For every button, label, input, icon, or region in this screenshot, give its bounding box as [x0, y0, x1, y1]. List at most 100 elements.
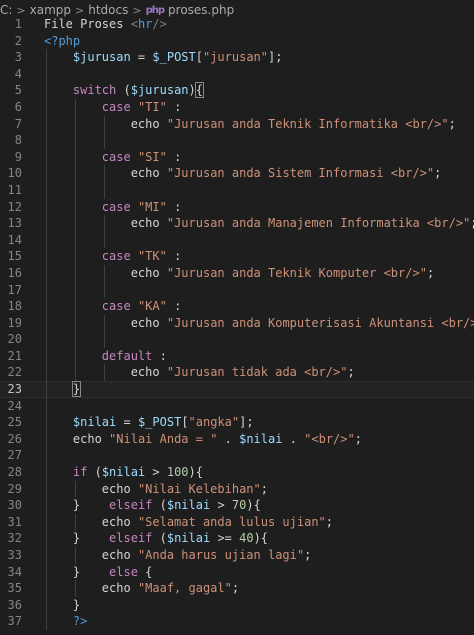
- code-line[interactable]: 30 } elseif ($nilai > 70){: [0, 497, 474, 514]
- code-token: ;: [304, 548, 312, 562]
- code-line[interactable]: 1 File Proses <hr/>: [0, 16, 474, 33]
- code-line[interactable]: 36 }: [0, 596, 474, 614]
- code-token: echo: [130, 365, 160, 380]
- code-content: default :: [44, 348, 474, 365]
- code-token: 40: [239, 531, 254, 546]
- code-line[interactable]: 37 ?>: [0, 613, 474, 630]
- code-content: ?>: [44, 613, 474, 630]
- line-number: 37: [7, 614, 22, 629]
- code-line[interactable]: 17: [0, 281, 474, 299]
- code-line[interactable]: 28 if ($nilai > 100){: [0, 464, 474, 481]
- code-content: echo "Jurusan anda Sistem Informasi <br/…: [44, 165, 474, 182]
- code-line[interactable]: 26 echo "Nilai Anda = " . $nilai . "<br/…: [0, 430, 474, 448]
- code-token: ];: [268, 50, 283, 65]
- code-content: <?php: [44, 33, 474, 50]
- line-number: 30: [7, 498, 22, 513]
- code-line[interactable]: 16 echo "Jurusan anda Teknik Komputer <b…: [0, 264, 474, 282]
- code-token: default: [101, 348, 153, 363]
- code-token: "Jurusan anda Sistem Informasi <br/>": [166, 166, 435, 181]
- code-line[interactable]: 5 switch ($jurusan){: [0, 82, 474, 99]
- code-line[interactable]: 10 echo "Jurusan anda Sistem Informasi <…: [0, 165, 474, 182]
- code-editor[interactable]: 1 File Proses <hr/> 2 <?php 3 $jurusan = $_P…: [0, 16, 474, 630]
- code-token: "TI": [137, 99, 167, 114]
- line-number: 6: [14, 99, 22, 114]
- line-number: 33: [7, 548, 22, 562]
- code-line[interactable]: 9 case "SI" :: [0, 148, 474, 166]
- code-line[interactable]: 33 echo "Anda harus ujian lagi";: [0, 547, 474, 564]
- breadcrumb-folder-xampp[interactable]: xampp: [30, 3, 71, 17]
- code-line[interactable]: 22 echo "Jurusan tidak ada <br/>";: [0, 364, 474, 382]
- code-line[interactable]: 18 case "KA" :: [0, 298, 474, 315]
- code-token: $nilai: [101, 465, 146, 480]
- code-line[interactable]: 21 default :: [0, 347, 474, 365]
- breadcrumb-drive[interactable]: C:: [0, 3, 12, 17]
- code-token: "Jurusan anda Teknik Komputer <br/>": [166, 265, 427, 280]
- breadcrumb-file[interactable]: proses.php: [168, 3, 234, 17]
- code-line[interactable]: 34 } else {: [0, 563, 474, 581]
- code-line[interactable]: 20: [0, 331, 474, 348]
- code-content: echo "Jurusan tidak ada <br/>";: [44, 364, 474, 381]
- line-number: 18: [7, 299, 22, 314]
- code-token: "jurusan": [202, 50, 269, 65]
- code-line[interactable]: 27: [0, 447, 474, 465]
- code-line[interactable]: 2 <?php: [0, 33, 474, 50]
- line-number: 5: [14, 83, 22, 98]
- indent-guide: [74, 181, 76, 199]
- code-content: $jurusan = $_POST["jurusan"];: [44, 49, 474, 66]
- line-number: 16: [7, 265, 22, 280]
- line-number: 35: [7, 581, 22, 596]
- code-line[interactable]: 8: [0, 132, 474, 149]
- code-line[interactable]: 15 case "TK" :: [0, 248, 474, 265]
- code-content: echo "Maaf, gagal";: [44, 580, 474, 597]
- code-line[interactable]: 11: [0, 181, 474, 199]
- code-line[interactable]: 3 $jurusan = $_POST["jurusan"];: [0, 49, 474, 66]
- chevron-right-icon: >: [75, 3, 85, 17]
- code-line[interactable]: 23 }: [0, 381, 474, 398]
- code-token: case: [101, 299, 131, 314]
- code-content: if ($nilai > 100){: [44, 464, 474, 481]
- code-token: $nilai: [166, 498, 211, 513]
- code-token: =: [116, 415, 138, 430]
- code-token: :: [166, 299, 182, 314]
- code-line[interactable]: 4: [0, 65, 474, 83]
- code-content: File Proses <hr/>: [44, 16, 474, 33]
- code-line[interactable]: 24: [0, 397, 474, 415]
- code-line[interactable]: 31 echo "Selamat anda lulus ujian";: [0, 513, 474, 531]
- code-line[interactable]: 35 echo "Maaf, gagal";: [0, 580, 474, 597]
- code-line[interactable]: 6 case "TI" :: [0, 98, 474, 116]
- code-content: $nilai = $_POST["angka"];: [44, 414, 474, 431]
- line-number: 34: [7, 564, 22, 579]
- breadcrumb-folder-htdocs[interactable]: htdocs: [88, 3, 128, 17]
- code-line[interactable]: 32 } elseif ($nilai >= 40){: [0, 530, 474, 547]
- code-token: :: [166, 99, 182, 114]
- code-line[interactable]: 13 echo "Jurusan anda Manajemen Informat…: [0, 215, 474, 232]
- line-number: 11: [7, 182, 22, 197]
- code-token: echo: [130, 216, 160, 231]
- code-line[interactable]: 29 echo "Nilai Kelebihan";: [0, 480, 474, 498]
- code-line[interactable]: 7 echo "Jurusan anda Teknik Informatika …: [0, 115, 474, 133]
- indent-guide: [46, 397, 47, 415]
- code-line[interactable]: 25 $nilai = $_POST["angka"];: [0, 414, 474, 431]
- code-line[interactable]: 19 echo "Jurusan anda Komputerisasi Akun…: [0, 314, 474, 332]
- line-number: 12: [7, 199, 22, 214]
- code-line[interactable]: 14: [0, 231, 474, 249]
- line-number: 1: [14, 17, 22, 31]
- line-number: 22: [7, 365, 22, 380]
- code-content: echo "Nilai Anda = " . $nilai . "<br/>";: [44, 431, 474, 448]
- code-line[interactable]: 12 case "MI" :: [0, 198, 474, 216]
